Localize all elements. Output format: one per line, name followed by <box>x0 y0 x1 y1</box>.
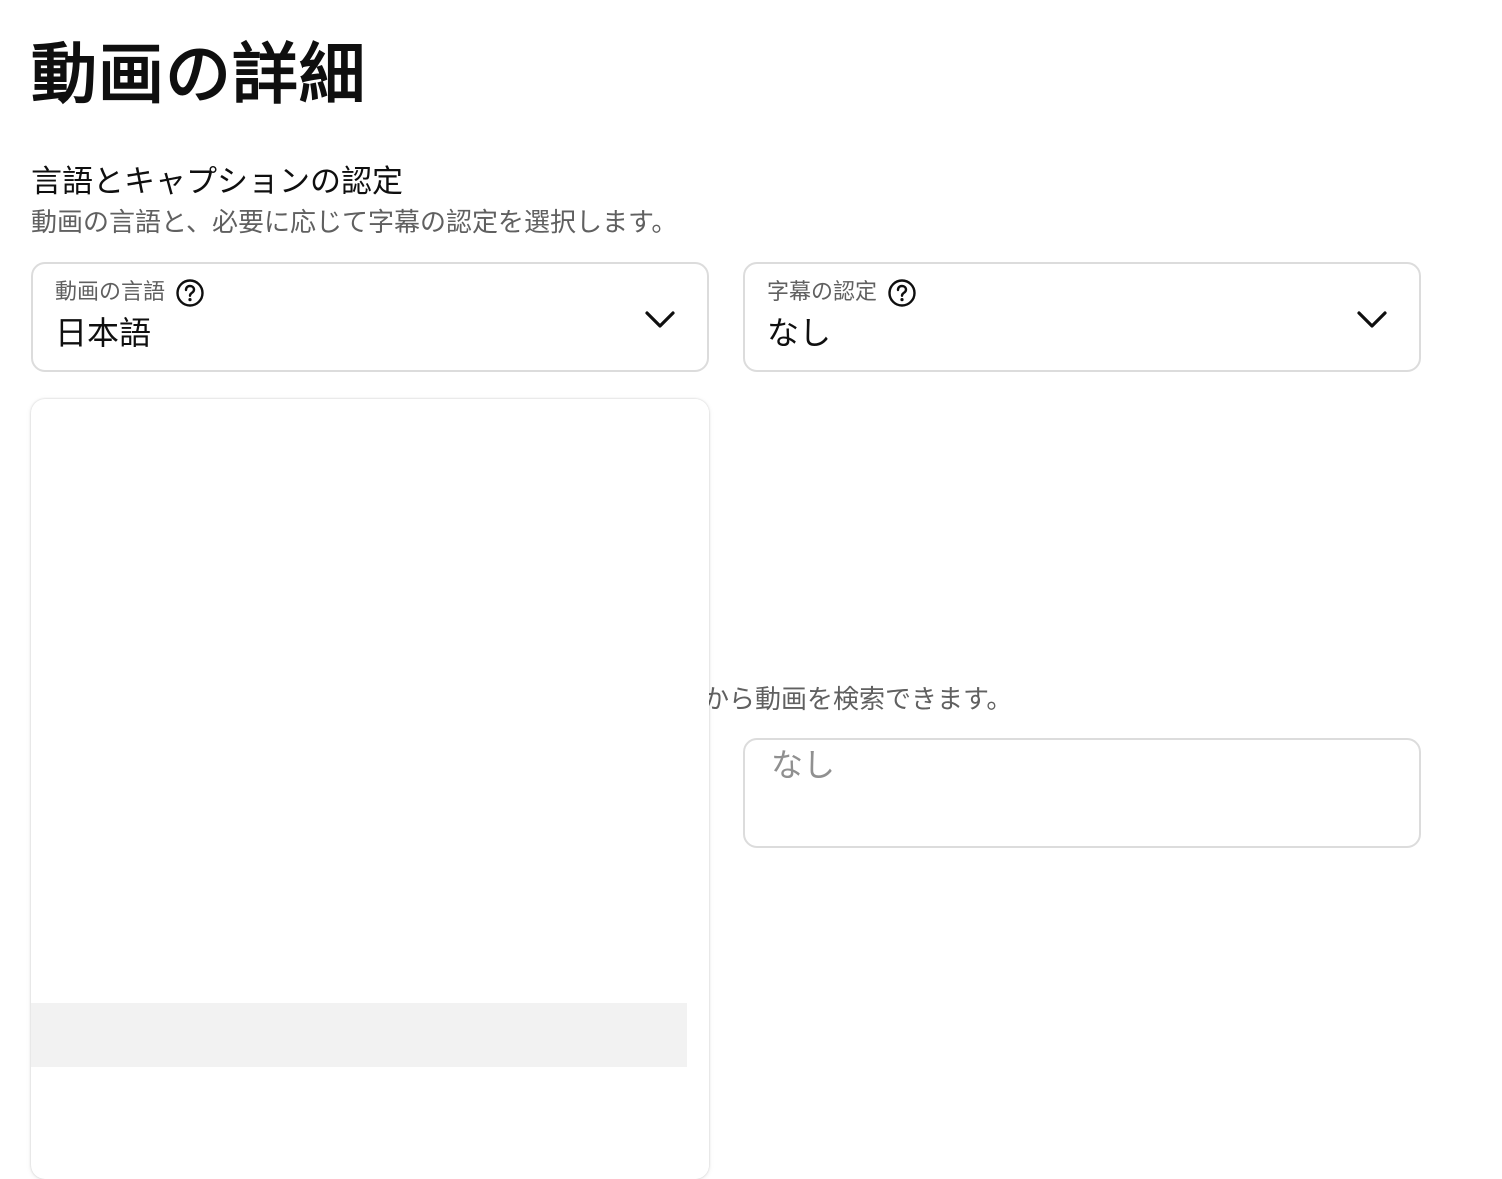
language-section-description: 動画の言語と、必要に応じて字幕の認定を選択します。 <box>31 208 678 238</box>
dropdown-scrollbar[interactable] <box>687 399 709 1179</box>
dropdown-highlighted-option[interactable] <box>31 1003 687 1067</box>
caption-certification-value: なし <box>767 314 832 352</box>
video-language-label-row: 動画の言語 <box>55 278 205 308</box>
search-description-text: から動画を検索できます。 <box>703 685 1013 715</box>
search-input[interactable]: なし <box>743 738 1421 848</box>
help-circle-icon[interactable] <box>175 278 205 308</box>
caption-certification-select[interactable]: 字幕の認定 なし <box>743 262 1421 372</box>
chevron-down-icon <box>1355 302 1389 336</box>
page-title: 動画の詳細 <box>31 36 366 113</box>
language-section-title: 言語とキャプションの認定 <box>31 164 403 200</box>
help-circle-icon[interactable] <box>887 278 917 308</box>
caption-certification-label: 字幕の認定 <box>767 280 878 305</box>
chevron-down-icon <box>643 302 677 336</box>
video-language-select[interactable]: 動画の言語 日本語 <box>31 262 709 372</box>
video-language-value: 日本語 <box>55 314 152 352</box>
caption-certification-label-row: 字幕の認定 <box>767 278 917 308</box>
video-language-label: 動画の言語 <box>55 280 166 305</box>
search-input-placeholder: なし <box>771 746 836 784</box>
language-dropdown-menu[interactable] <box>31 399 709 1179</box>
